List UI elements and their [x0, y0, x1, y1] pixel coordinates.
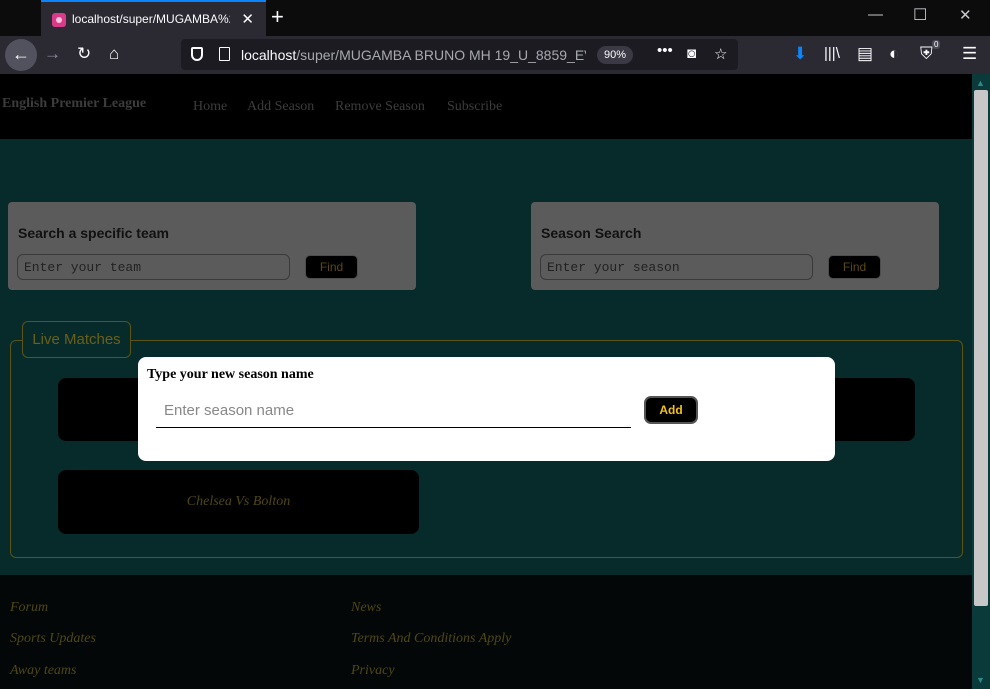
- tracking-shield-icon[interactable]: [191, 47, 203, 61]
- scroll-up-icon[interactable]: ▲: [976, 78, 985, 88]
- season-search-card: Season Search Enter your season Find: [531, 202, 939, 290]
- season-search-input[interactable]: Enter your season: [540, 254, 813, 280]
- match-label: Chelsea Vs Bolton: [186, 494, 291, 509]
- url-path: /super/MUGAMBA BRUNO MH 19_U_8859_EV: [296, 47, 586, 63]
- nav-add-season[interactable]: Add Season: [247, 99, 314, 115]
- extension-badge: 0: [932, 40, 941, 49]
- extension-icon[interactable]: ◐: [889, 44, 899, 64]
- footer-link-terms[interactable]: Terms And Conditions Apply: [351, 631, 511, 647]
- new-tab-icon[interactable]: +: [271, 4, 284, 30]
- downloads-icon[interactable]: ⬇: [793, 44, 807, 64]
- close-window-icon[interactable]: ✕: [959, 6, 972, 24]
- site-header: English Premier League Home Add Season R…: [0, 74, 972, 139]
- add-season-modal: Type your new season name Add: [138, 357, 835, 461]
- match-card[interactable]: Chelsea Vs Bolton: [58, 470, 419, 534]
- nav-subscribe[interactable]: Subscribe: [447, 99, 502, 115]
- footer-link-forum[interactable]: Forum: [10, 600, 48, 616]
- menu-icon[interactable]: ☰: [962, 44, 977, 64]
- footer-link-privacy[interactable]: Privacy: [351, 663, 395, 679]
- scroll-thumb[interactable]: [974, 90, 988, 606]
- site-footer: Forum Sports Updates Away teams News Ter…: [0, 575, 972, 689]
- home-icon[interactable]: ⌂: [109, 44, 119, 64]
- page-scrollbar[interactable]: ▲ ▼: [972, 74, 990, 689]
- favicon-icon: [52, 13, 66, 27]
- back-button[interactable]: ←: [5, 39, 37, 71]
- footer-link-news[interactable]: News: [351, 600, 381, 616]
- navigation-toolbar: ← → ↻ ⌂ localhost/super/MUGAMBA BRUNO MH…: [0, 36, 990, 74]
- web-page: English Premier League Home Add Season R…: [0, 74, 972, 689]
- url-bar[interactable]: localhost/super/MUGAMBA BRUNO MH 19_U_88…: [181, 39, 738, 70]
- tab-title: localhost/super/MUGAMBA%2: [72, 12, 230, 26]
- browser-tab[interactable]: localhost/super/MUGAMBA%2 ✕: [41, 0, 266, 36]
- team-search-input[interactable]: Enter your team: [17, 254, 290, 280]
- season-search-label: Season Search: [541, 225, 642, 241]
- zoom-indicator[interactable]: 90%: [597, 46, 633, 64]
- page-info-icon[interactable]: [219, 47, 230, 61]
- minimize-icon[interactable]: —: [868, 6, 883, 23]
- footer-link-sports-updates[interactable]: Sports Updates: [10, 631, 96, 647]
- nav-home[interactable]: Home: [193, 99, 227, 115]
- close-tab-icon[interactable]: ✕: [241, 10, 254, 28]
- scroll-down-icon[interactable]: ▼: [976, 675, 985, 685]
- nav-remove-season[interactable]: Remove Season: [335, 99, 425, 115]
- team-search-card: Search a specific team Enter your team F…: [8, 202, 416, 290]
- maximize-icon[interactable]: ☐: [913, 5, 927, 25]
- modal-title: Type your new season name: [147, 367, 314, 382]
- shield-extension-icon[interactable]: ⛨: [920, 44, 933, 64]
- page-actions-icon[interactable]: •••: [657, 42, 673, 59]
- sidebar-icon[interactable]: ▤: [857, 44, 873, 64]
- footer-link-away-teams[interactable]: Away teams: [10, 663, 77, 679]
- forward-icon[interactable]: →: [44, 44, 61, 64]
- site-brand[interactable]: English Premier League: [2, 96, 146, 112]
- browser-window: localhost/super/MUGAMBA%2 ✕ + — ☐ ✕ ← → …: [0, 0, 990, 689]
- library-icon[interactable]: |||\: [824, 44, 840, 64]
- season-name-input[interactable]: [156, 394, 631, 428]
- bookmark-star-icon[interactable]: ☆: [714, 45, 727, 63]
- season-find-button[interactable]: Find: [828, 255, 881, 279]
- live-matches-legend: Live Matches: [22, 321, 131, 358]
- url-host: localhost: [241, 47, 297, 63]
- pocket-icon[interactable]: ◙: [687, 45, 696, 62]
- url-text[interactable]: localhost/super/MUGAMBA BRUNO MH 19_U_88…: [241, 47, 586, 63]
- team-find-button[interactable]: Find: [305, 255, 358, 279]
- add-season-button[interactable]: Add: [644, 396, 698, 424]
- team-search-label: Search a specific team: [18, 225, 169, 241]
- reload-icon[interactable]: ↻: [77, 44, 91, 64]
- tab-strip: localhost/super/MUGAMBA%2 ✕ + — ☐ ✕: [0, 0, 990, 36]
- back-arrow-icon: ←: [12, 44, 30, 64]
